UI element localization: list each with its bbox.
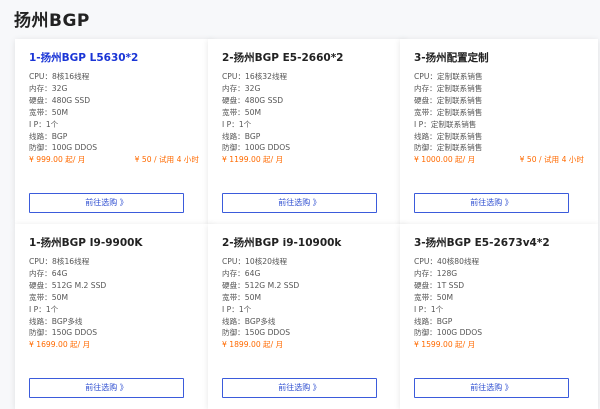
price-row: ¥ 1199.00 起/ 月 <box>222 154 392 166</box>
plan-spec: I P：定制联系销售 <box>414 119 477 129</box>
plan-spec: 内存：定制联系销售 <box>414 83 483 93</box>
plan-card: 3-扬州配置定制 CPU：定制联系销售 内存：定制联系销售 硬盘：定制联系销售 宽带：定… <box>400 39 598 224</box>
plan-spec: 宽带：50M <box>414 292 453 302</box>
price-row: ¥ 1000.00 起/ 月 ¥ 50 / 试用 4 小时 <box>414 154 584 166</box>
plan-spec: 宽带：50M <box>222 292 261 302</box>
plan-spec: I P：1个 <box>29 119 59 129</box>
plan-spec: 宽带：50M <box>222 107 261 117</box>
plan-spec: 硬盘：512G M.2 SSD <box>222 280 300 290</box>
plan-spec: 内存：64G <box>222 268 261 278</box>
plan-spec: 宽带：定制联系销售 <box>414 107 483 117</box>
plan-title: 3-扬州配置定制 <box>414 52 489 64</box>
plan-spec: 硬盘：1T SSD <box>414 280 465 290</box>
plan-spec: 线路：定制联系销售 <box>414 131 483 141</box>
buy-button[interactable]: 前往选购 》 <box>414 193 569 213</box>
plan-title: 3-扬州BGP E5-2673v4*2 <box>414 237 550 249</box>
buy-button[interactable]: 前往选购 》 <box>414 378 569 398</box>
plan-price: ¥ 1599.00 起/ 月 <box>414 340 476 350</box>
plan-spec: CPU：8核16线程 <box>29 72 90 81</box>
buy-button[interactable]: 前往选购 》 <box>29 193 184 213</box>
plan-spec: 线路：BGP多线 <box>222 316 276 326</box>
buy-button[interactable]: 前往选购 》 <box>222 193 377 213</box>
plan-spec: 防御：150G DDOS <box>29 328 98 338</box>
plan-spec: 线路：BGP多线 <box>29 316 83 326</box>
plan-card: 1-扬州BGP I9-9900K CPU：8核16线程 内存：64G 硬盘：512G … <box>15 224 213 409</box>
plan-title[interactable]: 1-扬州BGP L5630*2 <box>29 51 199 65</box>
plan-spec: I P：1个 <box>222 119 252 129</box>
plan-price: ¥ 1000.00 起/ 月 <box>414 155 476 165</box>
plan-spec: I P：1个 <box>222 304 252 314</box>
plan-title: 2-扬州BGP i9-10900k <box>222 237 342 249</box>
plan-spec: CPU：16核32线程 <box>222 72 288 81</box>
plan-spec: I P：1个 <box>414 304 444 314</box>
buy-button[interactable]: 前往选购 》 <box>29 378 184 398</box>
plan-price: ¥ 1699.00 起/ 月 <box>29 340 91 350</box>
plan-card: 1-扬州BGP L5630*2 CPU：8核16线程 内存：32G 硬盘：480G S… <box>15 39 213 224</box>
plan-spec: 硬盘：480G SSD <box>222 95 284 105</box>
plan-spec: 内存：32G <box>29 83 68 93</box>
plan-spec: 线路：BGP <box>29 131 68 141</box>
plan-spec: 硬盘：定制联系销售 <box>414 95 483 105</box>
plan-card: 2-扬州BGP E5-2660*2 CPU：16核32线程 内存：32G 硬盘：480… <box>208 39 406 224</box>
buy-button[interactable]: 前往选购 》 <box>222 378 377 398</box>
plan-spec: I P：1个 <box>29 304 59 314</box>
plan-spec: 硬盘：512G M.2 SSD <box>29 280 107 290</box>
plan-title: 2-扬州BGP E5-2660*2 <box>222 52 344 64</box>
plan-spec: 宽带：50M <box>29 107 68 117</box>
plan-card: 3-扬州BGP E5-2673v4*2 CPU：40核80线程 内存：128G 硬盘：… <box>400 224 598 409</box>
plan-spec: CPU：8核16线程 <box>29 257 90 266</box>
plan-spec: 防御：100G DDOS <box>29 143 98 153</box>
plan-spec: 防御：100G DDOS <box>414 328 483 338</box>
plan-spec: 内存：32G <box>222 83 261 93</box>
price-row: ¥ 1599.00 起/ 月 <box>414 339 584 351</box>
plan-spec: CPU：40核80线程 <box>414 257 480 266</box>
plan-spec: CPU：定制联系销售 <box>414 72 483 81</box>
plan-spec: 线路：BGP <box>222 131 261 141</box>
plan-price: ¥ 999.00 起/ 月 <box>29 155 86 165</box>
plan-spec: 防御：定制联系销售 <box>414 143 483 153</box>
plan-spec: 内存：128G <box>414 268 458 278</box>
page-title: 扬州BGP <box>14 11 90 31</box>
price-row: ¥ 999.00 起/ 月 ¥ 50 / 试用 4 小时 <box>29 154 199 166</box>
trial-price: ¥ 50 / 试用 4 小时 <box>134 155 199 165</box>
plan-title: 1-扬州BGP I9-9900K <box>29 237 143 249</box>
plan-price: ¥ 1899.00 起/ 月 <box>222 340 284 350</box>
plan-spec: 宽带：50M <box>29 292 68 302</box>
price-row: ¥ 1899.00 起/ 月 <box>222 339 392 351</box>
price-row: ¥ 1699.00 起/ 月 <box>29 339 199 351</box>
trial-price: ¥ 50 / 试用 4 小时 <box>519 155 584 165</box>
plan-spec: CPU：10核20线程 <box>222 257 288 266</box>
plan-spec: 硬盘：480G SSD <box>29 95 91 105</box>
plan-price: ¥ 1199.00 起/ 月 <box>222 155 284 165</box>
plan-spec: 防御：150G DDOS <box>222 328 291 338</box>
plan-card: 2-扬州BGP i9-10900k CPU：10核20线程 内存：64G 硬盘：512… <box>208 224 406 409</box>
plan-spec: 内存：64G <box>29 268 68 278</box>
plan-spec: 线路：BGP <box>414 316 453 326</box>
plan-spec: 防御：100G DDOS <box>222 143 291 153</box>
